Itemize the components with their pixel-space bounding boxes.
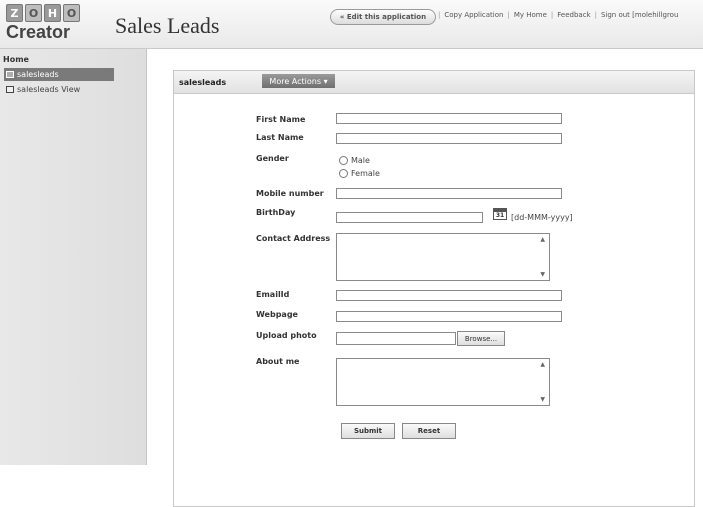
sidebar-item-salesleads[interactable]: salesleads bbox=[4, 68, 114, 81]
first-name-label: First Name bbox=[256, 115, 306, 124]
contact-address-textarea[interactable]: ▲ ▼ bbox=[336, 233, 550, 281]
scroll-up-icon[interactable]: ▲ bbox=[540, 236, 545, 243]
calendar-day: 31 bbox=[495, 212, 505, 219]
scroll-up-icon[interactable]: ▲ bbox=[540, 361, 545, 368]
about-me-label: About me bbox=[256, 357, 300, 366]
logo-letter: H bbox=[44, 4, 61, 22]
sidebar-item-label: salesleads bbox=[17, 70, 59, 79]
logo-letter: Z bbox=[6, 4, 23, 22]
form-container: salesleads More Actions ▾ First Name Las… bbox=[173, 70, 695, 507]
upload-photo-field[interactable] bbox=[336, 332, 456, 345]
top-links: | Copy Application | My Home | Feedback … bbox=[438, 11, 678, 19]
form-title: salesleads bbox=[179, 78, 227, 87]
webpage-label: Webpage bbox=[256, 310, 298, 319]
view-icon bbox=[6, 86, 14, 93]
radio-button[interactable] bbox=[339, 156, 348, 165]
feedback-link[interactable]: Feedback bbox=[557, 11, 590, 19]
my-home-link[interactable]: My Home bbox=[514, 11, 547, 19]
link-separator: | bbox=[438, 11, 441, 19]
top-header: Z O H O Creator Sales Leads « Edit this … bbox=[0, 0, 703, 49]
mobile-number-label: Mobile number bbox=[256, 189, 324, 198]
radio-label: Female bbox=[351, 169, 380, 178]
submit-button[interactable]: Submit bbox=[341, 423, 395, 439]
zoho-creator-logo[interactable]: Z O H O Creator bbox=[6, 4, 84, 44]
radio-label: Male bbox=[351, 156, 370, 165]
sidebar-home-link[interactable]: Home bbox=[3, 55, 29, 64]
form-icon bbox=[6, 71, 14, 78]
scroll-down-icon[interactable]: ▼ bbox=[540, 271, 545, 278]
webpage-field[interactable] bbox=[336, 311, 562, 322]
first-name-field[interactable] bbox=[336, 113, 562, 124]
more-actions-button[interactable]: More Actions ▾ bbox=[262, 74, 335, 88]
calendar-icon[interactable]: 31 bbox=[493, 208, 507, 220]
birthday-field[interactable] bbox=[336, 212, 483, 223]
birthday-label: BirthDay bbox=[256, 208, 296, 217]
logo-letter: O bbox=[25, 4, 42, 22]
reset-button[interactable]: Reset bbox=[402, 423, 456, 439]
email-field[interactable] bbox=[336, 290, 562, 301]
logo-letter: O bbox=[63, 4, 80, 22]
link-separator: | bbox=[550, 11, 554, 19]
edit-application-button[interactable]: « Edit this application bbox=[330, 9, 436, 25]
gender-male-option[interactable]: Male bbox=[339, 156, 370, 165]
gender-label: Gender bbox=[256, 154, 289, 163]
copy-application-link[interactable]: Copy Application bbox=[444, 11, 503, 19]
email-label: EmailId bbox=[256, 290, 290, 299]
mobile-number-field[interactable] bbox=[336, 188, 562, 199]
about-me-textarea[interactable]: ▲ ▼ bbox=[336, 358, 550, 406]
upload-photo-label: Upload photo bbox=[256, 331, 317, 340]
browse-button[interactable]: Browse... bbox=[457, 331, 505, 346]
sidebar-item-salesleads-view[interactable]: salesleads View bbox=[4, 83, 114, 96]
link-separator: | bbox=[594, 11, 597, 19]
gender-female-option[interactable]: Female bbox=[339, 169, 380, 178]
date-format-hint: [dd-MMM-yyyy] bbox=[511, 213, 573, 222]
form-header: salesleads More Actions ▾ bbox=[174, 71, 694, 94]
last-name-field[interactable] bbox=[336, 133, 562, 144]
sidebar: Home salesleads salesleads View bbox=[0, 49, 147, 465]
sign-out-link[interactable]: Sign out [molehillgrou bbox=[601, 11, 678, 19]
link-separator: | bbox=[507, 11, 510, 19]
contact-address-label: Contact Address bbox=[256, 234, 331, 243]
last-name-label: Last Name bbox=[256, 133, 304, 142]
logo-product-name: Creator bbox=[6, 22, 71, 42]
scroll-down-icon[interactable]: ▼ bbox=[540, 396, 545, 403]
main-content: salesleads More Actions ▾ First Name Las… bbox=[147, 49, 703, 507]
app-title: Sales Leads bbox=[115, 13, 220, 38]
radio-button[interactable] bbox=[339, 169, 348, 178]
sidebar-item-label: salesleads View bbox=[17, 85, 81, 94]
